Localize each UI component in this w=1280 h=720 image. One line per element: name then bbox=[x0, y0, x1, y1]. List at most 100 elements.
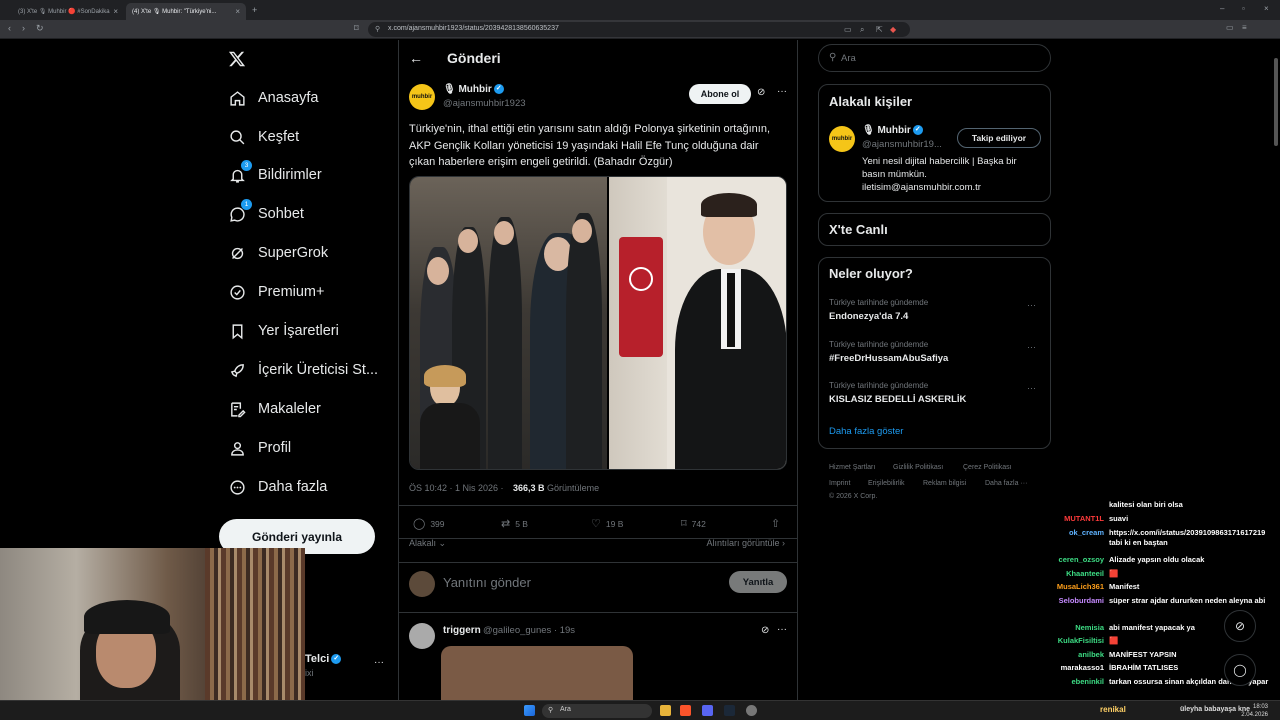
reply-button[interactable]: Yanıtla bbox=[729, 571, 787, 593]
messages-float-icon[interactable]: ◯ bbox=[1224, 654, 1256, 686]
steam-icon[interactable] bbox=[724, 705, 735, 716]
tweet-timestamp[interactable]: ÖS 10:42 · 1 Nis 2026 · bbox=[409, 483, 504, 493]
tweet-media[interactable] bbox=[409, 176, 787, 470]
scroll-thumb[interactable] bbox=[1274, 58, 1278, 146]
screen-icon[interactable]: ▭ bbox=[844, 25, 852, 34]
view-quotes-link[interactable]: Alıntıları görüntüle › bbox=[706, 538, 785, 548]
nav-notifications[interactable]: 3 Bildirimler bbox=[228, 158, 322, 192]
trend-item[interactable]: Endonezya'da 7.4 bbox=[829, 311, 908, 322]
windows-start-icon[interactable] bbox=[524, 705, 535, 716]
nav-bookmarks[interactable]: Yer İşaretleri bbox=[228, 314, 339, 348]
share-icon[interactable]: ⇱ bbox=[876, 25, 883, 34]
footer-link[interactable]: Hizmet Şartları bbox=[829, 464, 875, 471]
browser-tab[interactable]: (3) X'te 🎙 Muhbir 🔴 #SonDakika × bbox=[12, 3, 124, 20]
brave-icon[interactable] bbox=[680, 705, 691, 716]
reply-media[interactable] bbox=[441, 646, 633, 706]
footer-link[interactable]: Çerez Politikası bbox=[963, 464, 1012, 471]
author-handle[interactable]: @ajansmuhbir1923 bbox=[443, 98, 526, 109]
account-name[interactable]: Telci ✓ bbox=[305, 653, 342, 665]
maximize-icon[interactable]: ▫ bbox=[1242, 4, 1245, 13]
person-handle[interactable]: @ajansmuhbir19... bbox=[862, 139, 942, 150]
back-arrow-icon[interactable]: ← bbox=[409, 50, 423, 66]
reply-author-name[interactable]: triggern bbox=[443, 625, 481, 636]
more-options-icon[interactable]: ··· bbox=[777, 86, 787, 97]
subscribe-button[interactable]: Abone ol bbox=[689, 84, 751, 104]
discord-icon[interactable] bbox=[702, 705, 713, 716]
following-button[interactable]: Takip ediliyor bbox=[957, 128, 1041, 148]
author-avatar[interactable]: muhbir bbox=[409, 84, 435, 110]
trend-item[interactable]: #FreeDrHussamAbuSafiya bbox=[829, 353, 948, 364]
grok-float-icon[interactable]: ⊘ bbox=[1224, 610, 1256, 642]
more-options-icon[interactable]: ··· bbox=[777, 624, 787, 635]
live-on-x-card[interactable]: X'te Canlı bbox=[818, 213, 1051, 246]
share-action[interactable]: ⇧ bbox=[771, 517, 780, 530]
nav-profile[interactable]: Profil bbox=[228, 431, 291, 465]
photo-portrait[interactable] bbox=[609, 177, 786, 469]
footer-link[interactable]: Imprint bbox=[829, 480, 850, 487]
webcam-overlay bbox=[0, 548, 305, 700]
taskbar-search[interactable]: Ara ⚲ bbox=[542, 704, 652, 718]
menu-icon[interactable]: ≡ bbox=[1242, 23, 1247, 32]
forward-icon[interactable]: › bbox=[22, 23, 25, 33]
more-options-icon[interactable]: ··· bbox=[1027, 300, 1036, 310]
close-icon[interactable]: × bbox=[235, 7, 240, 16]
nav-creator-studio[interactable]: İçerik Üreticisi St... bbox=[228, 353, 378, 387]
reply-action[interactable]: ◯ 399 bbox=[413, 517, 445, 530]
like-action[interactable]: ♡ 19 B bbox=[591, 517, 623, 530]
reply-input[interactable]: Yanıtını gönder bbox=[443, 575, 531, 590]
zoom-icon[interactable]: ⌕ bbox=[860, 25, 864, 35]
person-name[interactable]: 🎙 Muhbir ✓ bbox=[862, 125, 923, 136]
search-icon: ⚲ bbox=[829, 52, 837, 63]
trend-item[interactable]: KISLASIZ BEDELLİ ASKERLİK bbox=[829, 394, 966, 405]
repost-action[interactable]: ⇄ 5 B bbox=[501, 517, 528, 530]
more-options-icon[interactable]: ··· bbox=[1027, 342, 1036, 352]
x-logo-icon[interactable] bbox=[228, 50, 246, 68]
nav-home[interactable]: Anasayfa bbox=[228, 81, 318, 115]
account-more-icon[interactable]: ··· bbox=[374, 657, 384, 668]
page-scrollbar[interactable] bbox=[1272, 40, 1280, 700]
footer-link[interactable]: Erişilebilirlik bbox=[868, 480, 905, 487]
back-icon[interactable]: ‹ bbox=[8, 23, 11, 33]
folder-icon[interactable] bbox=[660, 705, 671, 716]
avatar[interactable] bbox=[409, 623, 435, 649]
close-window-icon[interactable]: × bbox=[1264, 4, 1269, 13]
system-clock[interactable]: 18:03 2.04.2026 bbox=[1241, 703, 1268, 719]
chat-icon: 1 bbox=[228, 199, 252, 223]
address-bar[interactable]: ⚲ x.com/ajansmuhbir1923/status/203942813… bbox=[368, 22, 910, 37]
grok-icon[interactable]: ⊘ bbox=[761, 625, 769, 636]
more-options-icon[interactable]: ··· bbox=[1027, 383, 1036, 393]
reload-icon[interactable]: ↻ bbox=[36, 23, 44, 34]
nav-chat[interactable]: 1 Sohbet bbox=[228, 197, 304, 231]
bookmark-action[interactable]: ⌑ 742 bbox=[681, 517, 706, 530]
nav-label: Yer İşaretleri bbox=[258, 323, 339, 339]
nav-more[interactable]: Daha fazla bbox=[228, 470, 327, 504]
bookmark-icon[interactable]: ⌑ bbox=[354, 23, 359, 34]
tweet-text: Türkiye'nin, ithal ettiği etin yarısını … bbox=[409, 123, 771, 168]
reply-author-handle[interactable]: @galileo_gunes · 19s bbox=[483, 625, 575, 636]
relevance-selector[interactable]: Alakalı ⌄ bbox=[409, 538, 446, 549]
photo-group[interactable] bbox=[410, 177, 607, 469]
minimize-icon[interactable]: – bbox=[1220, 4, 1224, 13]
shield-icon[interactable]: ◆ bbox=[890, 25, 896, 34]
nav-articles[interactable]: Makaleler bbox=[228, 392, 321, 426]
chat-text: https://x.com/i/status/20391098631716172… bbox=[1109, 528, 1266, 547]
browser-tab-active[interactable]: (4) X'te 🎙 Muhbir: "Türkiye'ni... × bbox=[126, 3, 246, 20]
avatar[interactable] bbox=[409, 571, 435, 597]
nav-supergrok[interactable]: SuperGrok bbox=[228, 236, 328, 270]
site-info-icon[interactable]: ⚲ bbox=[375, 25, 380, 33]
footer-link[interactable]: Gizlilik Politikası bbox=[893, 464, 943, 471]
search-input[interactable]: ⚲ Ara bbox=[818, 44, 1051, 72]
show-more-link[interactable]: Daha fazla göster bbox=[829, 426, 903, 437]
nav-explore[interactable]: Keşfet bbox=[228, 120, 299, 154]
footer-link[interactable]: Daha fazla ··· bbox=[985, 480, 1027, 487]
reply-tweet[interactable]: triggern @galileo_gunes · 19s ⊘ ··· bbox=[399, 612, 797, 706]
nav-premium[interactable]: Premium+ bbox=[228, 275, 324, 309]
new-tab-icon[interactable]: + bbox=[252, 5, 257, 15]
close-icon[interactable]: × bbox=[113, 7, 118, 16]
avatar[interactable]: muhbir bbox=[829, 126, 855, 152]
author-name[interactable]: 🎙 Muhbir ✓ bbox=[443, 84, 504, 95]
wallet-icon[interactable]: ▭ bbox=[1226, 23, 1234, 32]
footer-link[interactable]: Reklam bilgisi bbox=[923, 480, 966, 487]
obs-icon[interactable] bbox=[746, 705, 757, 716]
grok-icon[interactable]: ⊘ bbox=[757, 87, 765, 98]
